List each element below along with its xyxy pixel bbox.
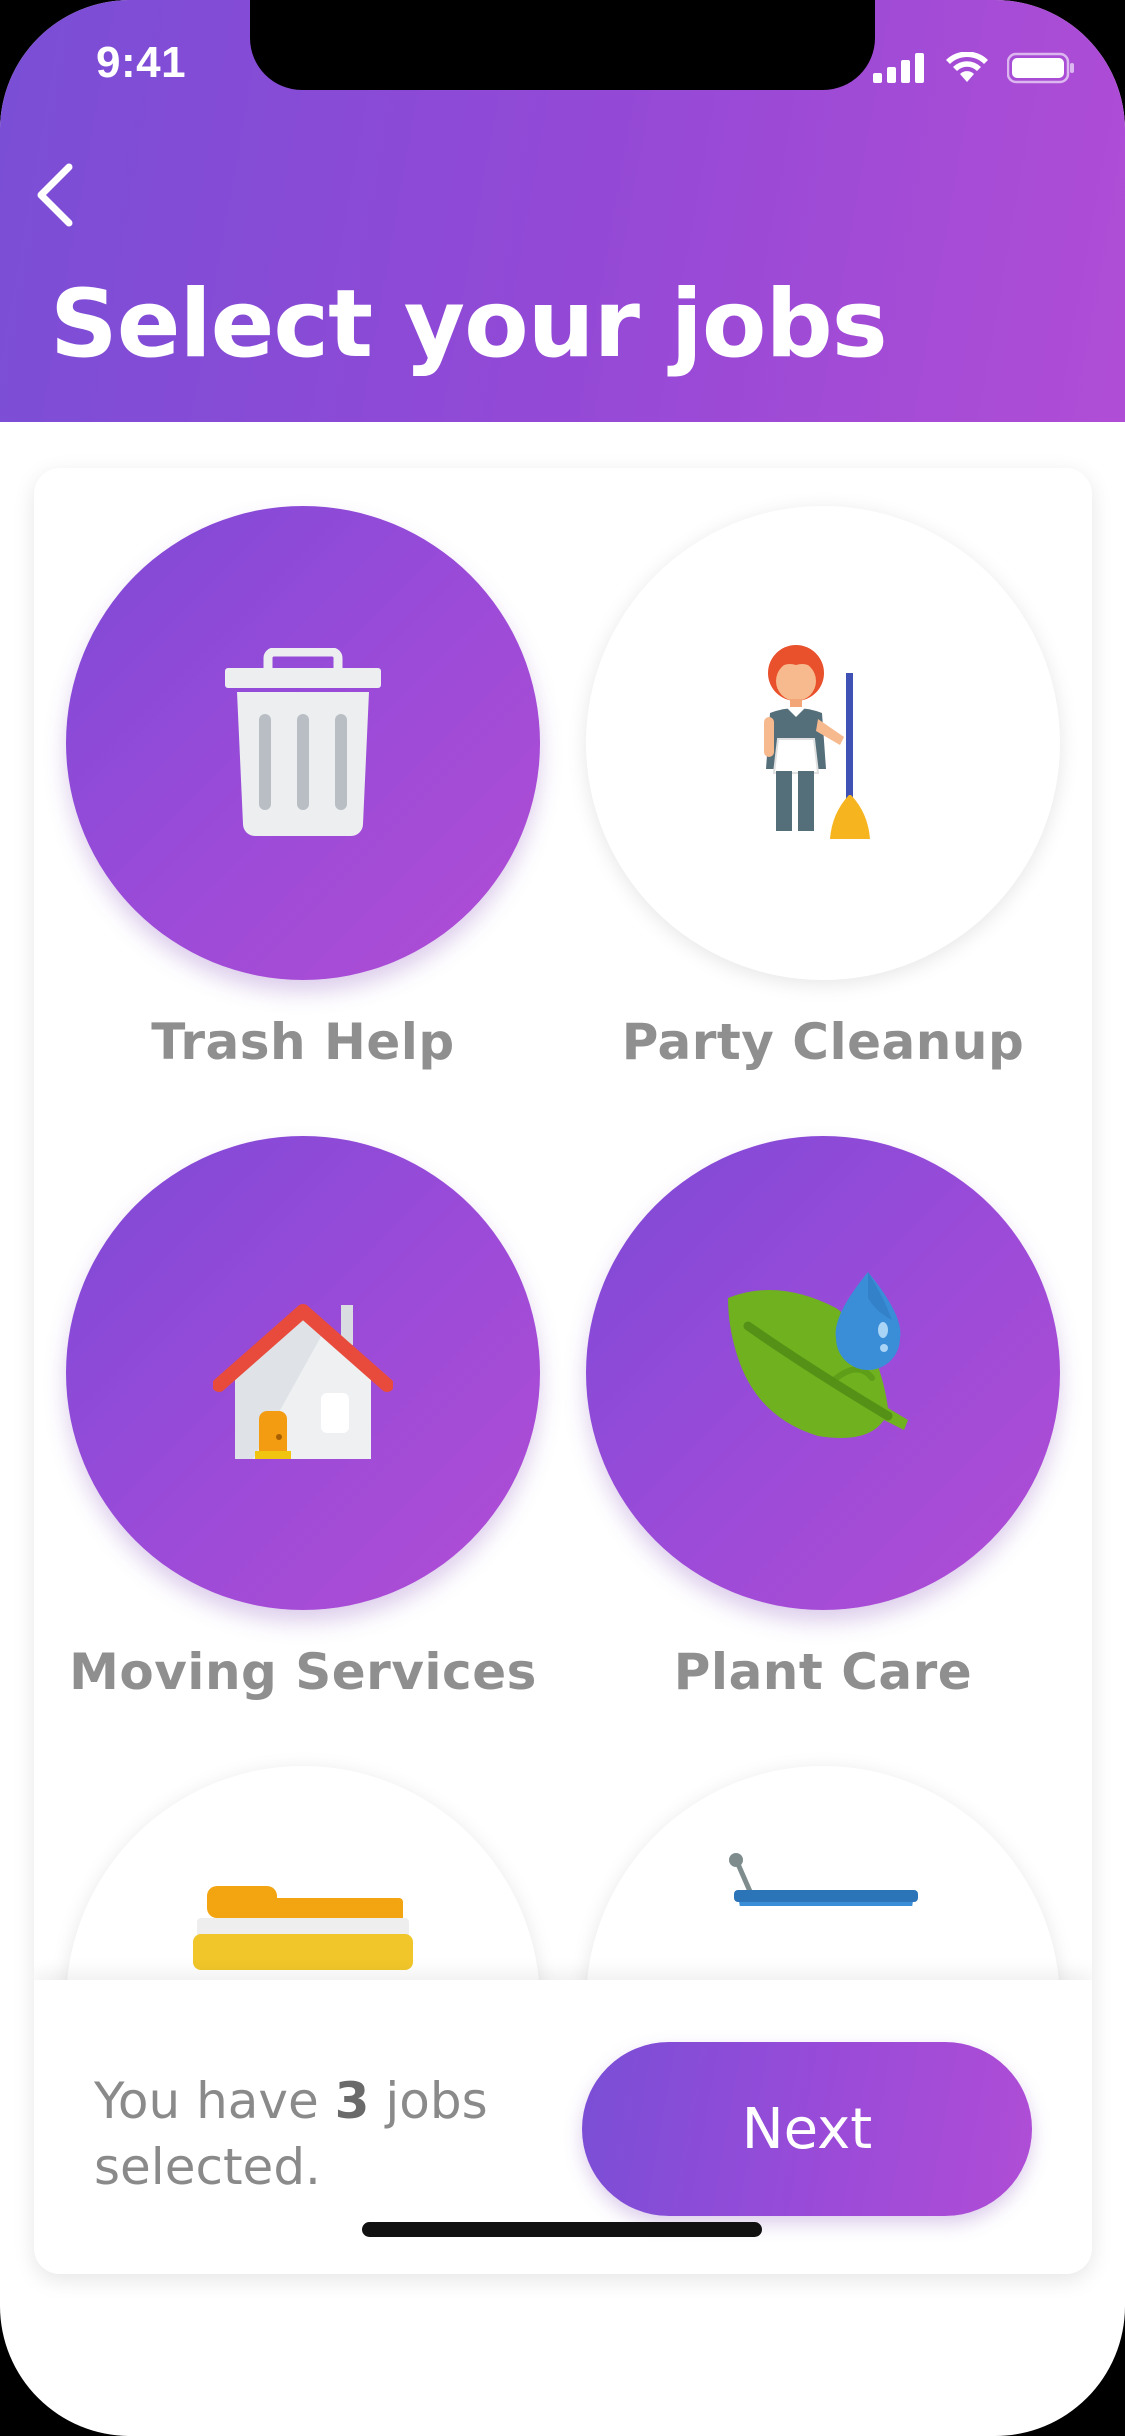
job-circle[interactable] xyxy=(586,1766,1060,1980)
shopping-basket-icon xyxy=(729,1853,918,1906)
job-label: Trash Help xyxy=(151,1013,455,1071)
status-icons xyxy=(873,48,1075,88)
page-title: Select your jobs xyxy=(50,270,888,379)
wifi-icon xyxy=(946,52,988,82)
chevron-left-icon xyxy=(37,163,73,227)
job-circle[interactable] xyxy=(586,1136,1060,1610)
job-tile-trash-help[interactable]: Trash Help xyxy=(34,468,554,1098)
home-indicator[interactable] xyxy=(362,2222,762,2237)
job-tile-plant-care[interactable]: Plant Care xyxy=(554,1098,1074,1728)
job-circle[interactable] xyxy=(586,506,1060,980)
job-circle[interactable] xyxy=(66,506,540,980)
phone-screen: 9:41 Select your jobs Trash Help Party C… xyxy=(0,0,1125,2436)
job-tile-shopping-basket[interactable] xyxy=(554,1728,1074,1980)
maid-with-broom-icon xyxy=(764,645,870,839)
cellular-signal-icon xyxy=(873,53,924,83)
selected-count: 3 xyxy=(334,2072,370,2130)
job-tile-bed[interactable] xyxy=(34,1728,554,1980)
next-button[interactable]: Next xyxy=(582,2042,1032,2216)
selected-count-prefix: You have xyxy=(94,2072,335,2130)
job-label: Party Cleanup xyxy=(621,1013,1025,1071)
device-notch xyxy=(250,0,875,90)
job-selection-card: Trash Help Party Cleanup Moving Services… xyxy=(34,468,1092,2274)
job-tile-party-cleanup[interactable]: Party Cleanup xyxy=(554,468,1074,1098)
back-button[interactable] xyxy=(20,160,90,230)
job-grid: Trash Help Party Cleanup Moving Services… xyxy=(34,468,1092,1980)
job-tile-moving-services[interactable]: Moving Services xyxy=(34,1098,554,1728)
job-label: Moving Services xyxy=(69,1643,537,1701)
status-time: 9:41 xyxy=(96,38,187,87)
job-circle[interactable] xyxy=(66,1766,540,1980)
bed-icon xyxy=(193,1886,413,1970)
leaf-with-water-drop-icon xyxy=(728,1272,908,1438)
house-icon xyxy=(213,1304,393,1459)
job-circle[interactable] xyxy=(66,1136,540,1610)
selected-count-text: You have 3 jobs selected. xyxy=(94,2068,554,2200)
job-label: Plant Care xyxy=(673,1643,973,1701)
trash-can-icon xyxy=(225,648,381,836)
battery-icon xyxy=(1007,52,1074,84)
